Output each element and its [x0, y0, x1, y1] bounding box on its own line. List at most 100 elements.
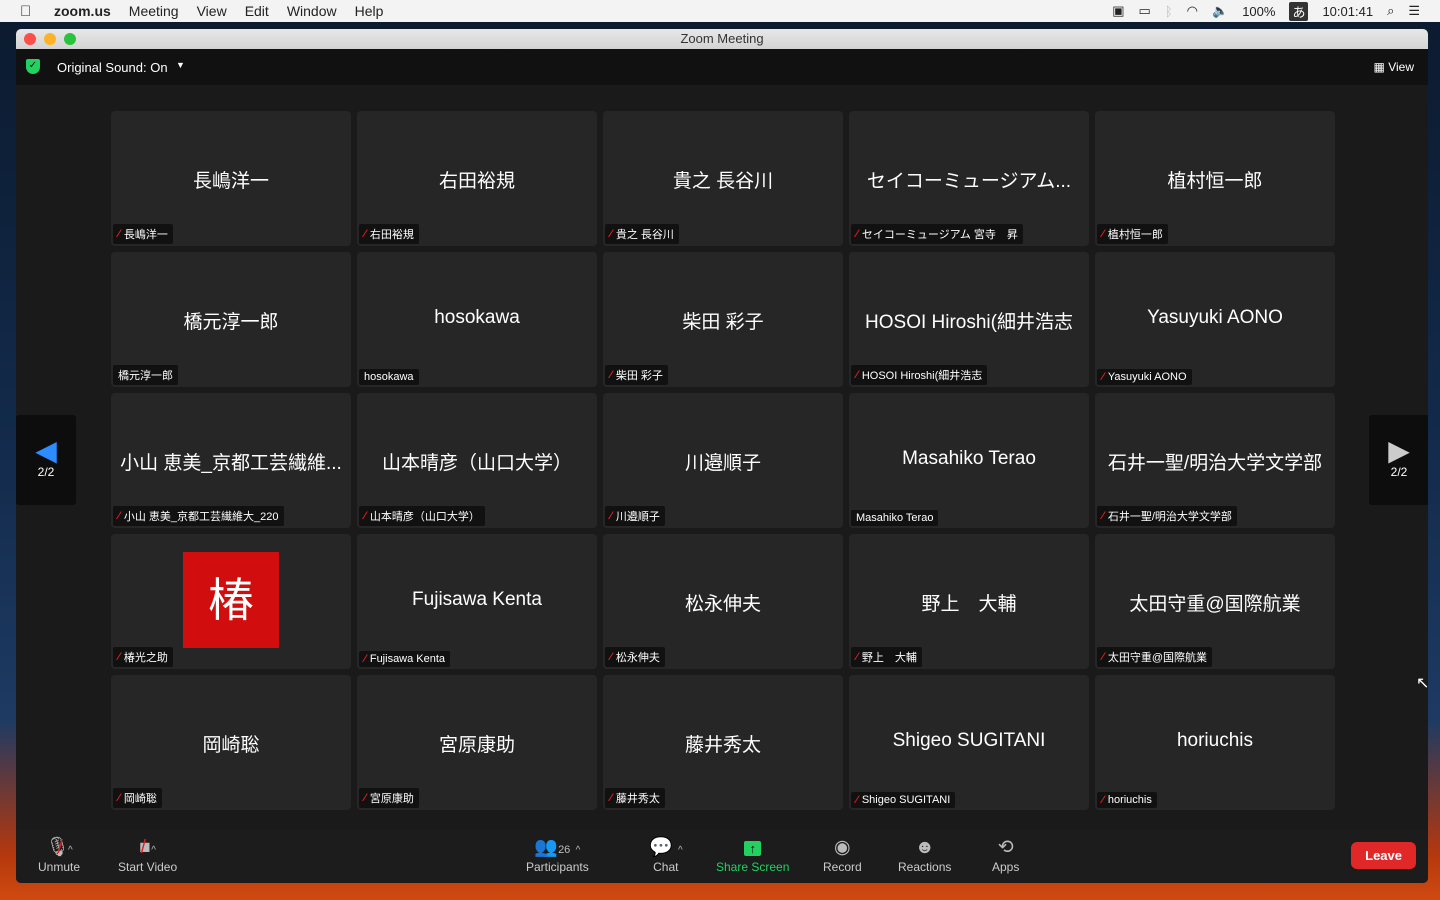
zoom-window: Zoom Meeting ✓ Original Sound: On ▼ ▦ Vi…	[16, 29, 1428, 883]
mic-off-icon: 🎙/ ^	[45, 837, 73, 858]
menu-help[interactable]: Help	[355, 3, 384, 19]
participant-label-text: 椿光之助	[123, 652, 168, 664]
participant-label: ⁄ 山本晴彦（山口大学）	[359, 506, 485, 526]
participant-tile[interactable]: horiuchis ⁄ horiuchis	[1095, 675, 1335, 810]
mic-muted-icon: ⁄	[1102, 794, 1104, 806]
participants-button[interactable]: 👥26 ^ Participants	[526, 836, 589, 874]
menu-app[interactable]: zoom.us	[54, 3, 111, 19]
mouse-cursor-icon: ↖	[1416, 675, 1430, 692]
participant-tile[interactable]: セイコーミュージアム... ⁄ セイコーミュージアム 宮寺 昇	[849, 111, 1089, 246]
participant-name: 山本晴彦（山口大学）	[381, 453, 572, 474]
mic-muted-icon: ⁄	[118, 228, 120, 240]
shield-check-icon[interactable]: ✓	[26, 59, 40, 74]
participant-name: Fujisawa Kenta	[412, 589, 542, 610]
reactions-button[interactable]: ☻ Reactions	[898, 836, 951, 874]
participant-label-text: 松永伸夫	[615, 652, 660, 664]
view-button[interactable]: ▦ View	[1374, 60, 1414, 74]
menu-edit[interactable]: Edit	[245, 3, 269, 19]
apps-icon: ⟲	[997, 837, 1014, 858]
notification-center-icon[interactable]: ☰	[1408, 3, 1420, 19]
participant-name: セイコーミュージアム...	[866, 171, 1072, 192]
participant-tile[interactable]: Masahiko Terao Masahiko Terao	[849, 393, 1089, 528]
participant-name: Masahiko Terao	[902, 448, 1036, 469]
menu-meeting[interactable]: Meeting	[129, 3, 179, 19]
participant-tile[interactable]: 野上 大輔 ⁄ 野上 大輔	[849, 534, 1089, 669]
participant-tile[interactable]: 椿 ⁄ 椿光之助	[111, 534, 351, 669]
leave-button[interactable]: Leave	[1351, 842, 1416, 869]
record-button[interactable]: ◉ Record	[823, 836, 862, 874]
participant-label-text: 野上 大輔	[861, 652, 917, 664]
participant-tile[interactable]: 太田守重@国際航業 ⁄ 太田守重@国際航業	[1095, 534, 1335, 669]
participant-name: 小山 恵美_京都工芸繊維...	[120, 453, 342, 474]
participant-label: Masahiko Terao	[851, 510, 939, 526]
participant-label-text: 右田裕規	[369, 229, 414, 241]
participant-label: ⁄ 長嶋洋一	[113, 224, 173, 244]
participant-label-text: 植村恒一郎	[1107, 229, 1163, 241]
participant-tile[interactable]: 小山 恵美_京都工芸繊維... ⁄ 小山 恵美_京都工芸繊維大_220	[111, 393, 351, 528]
participant-tile[interactable]: hosokawa hosokawa	[357, 252, 597, 387]
clock[interactable]: 10:01:41	[1322, 4, 1373, 19]
participant-label: ⁄ Fujisawa Kenta	[359, 651, 451, 667]
participant-tile[interactable]: 植村恒一郎 ⁄ 植村恒一郎	[1095, 111, 1335, 246]
video-off-icon: ■/ ^	[139, 837, 156, 858]
participant-tile[interactable]: Fujisawa Kenta ⁄ Fujisawa Kenta	[357, 534, 597, 669]
apps-button[interactable]: ⟲ Apps	[992, 836, 1019, 874]
participant-tile[interactable]: 柴田 彩子 ⁄ 柴田 彩子	[603, 252, 843, 387]
participant-tile[interactable]: 宮原康助 ⁄ 宮原康助	[357, 675, 597, 810]
participant-label: ⁄ 太田守重@国際航業	[1097, 647, 1213, 667]
unmute-button[interactable]: 🎙/ ^ Unmute	[38, 836, 80, 874]
participant-tile[interactable]: 石井一聖/明治大学文学部 ⁄ 石井一聖/明治大学文学部	[1095, 393, 1335, 528]
mic-muted-icon: ⁄	[610, 228, 612, 240]
ime-icon[interactable]: あ	[1289, 1, 1309, 21]
minimize-button[interactable]	[44, 33, 56, 45]
participant-tile[interactable]: 松永伸夫 ⁄ 松永伸夫	[603, 534, 843, 669]
participant-tile[interactable]: HOSOI Hiroshi(細井浩志 ⁄ HOSOI Hiroshi(細井浩志	[849, 252, 1089, 387]
mic-muted-icon: ⁄	[610, 792, 612, 804]
participant-name: 石井一聖/明治大学文学部	[1107, 453, 1323, 474]
airplay-icon[interactable]: ▭	[1139, 3, 1151, 19]
participant-label: ⁄ 松永伸夫	[605, 647, 665, 667]
arrow-left-icon: ◀	[35, 435, 57, 466]
participant-tile[interactable]: 橋元淳一郎 橋元淳一郎	[111, 252, 351, 387]
participant-label: ⁄ 石井一聖/明治大学文学部	[1097, 506, 1237, 526]
participant-label-text: 長嶋洋一	[123, 229, 168, 241]
wifi-icon[interactable]: ◠	[1187, 3, 1198, 19]
participant-label-text: Shigeo SUGITANI	[861, 794, 951, 806]
share-screen-button[interactable]: ↑ Share Screen	[716, 836, 789, 874]
mic-muted-icon: ⁄	[856, 794, 858, 806]
participant-tile[interactable]: 藤井秀太 ⁄ 藤井秀太	[603, 675, 843, 810]
participant-tile[interactable]: 川邉順子 ⁄ 川邉順子	[603, 393, 843, 528]
close-button[interactable]	[24, 33, 36, 45]
volume-icon[interactable]: 🔈	[1212, 3, 1228, 19]
participant-tile[interactable]: 山本晴彦（山口大学） ⁄ 山本晴彦（山口大学）	[357, 393, 597, 528]
prev-page-button[interactable]: ◀ 2/2	[16, 415, 76, 505]
next-page-button[interactable]: ▶ 2/2	[1369, 415, 1428, 505]
participant-name: Yasuyuki AONO	[1147, 307, 1283, 328]
participant-tile[interactable]: 長嶋洋一 ⁄ 長嶋洋一	[111, 111, 351, 246]
participant-tile[interactable]: 貴之 長谷川 ⁄ 貴之 長谷川	[603, 111, 843, 246]
start-video-button[interactable]: ■/ ^ Start Video	[118, 836, 177, 874]
arrow-right-icon: ▶	[1388, 435, 1410, 466]
apple-icon[interactable]: 	[20, 3, 36, 20]
participant-label: ⁄ 岡崎聡	[113, 788, 162, 808]
menu-view[interactable]: View	[197, 3, 227, 19]
participant-label-text: horiuchis	[1107, 794, 1152, 806]
participant-tile[interactable]: 岡崎聡 ⁄ 岡崎聡	[111, 675, 351, 810]
chat-button[interactable]: 💬 ^ Chat	[649, 836, 683, 874]
caret-down-icon[interactable]: ▼	[176, 60, 185, 70]
zoom-status-icon[interactable]: ▣	[1112, 3, 1124, 19]
participant-name: hosokawa	[434, 307, 520, 328]
maximize-button[interactable]	[64, 33, 76, 45]
participant-name: 岡崎聡	[202, 735, 260, 756]
participant-tile[interactable]: Shigeo SUGITANI ⁄ Shigeo SUGITANI	[849, 675, 1089, 810]
participant-tile[interactable]: 右田裕規 ⁄ 右田裕規	[357, 111, 597, 246]
battery-percent[interactable]: 100%	[1242, 4, 1275, 19]
record-label: Record	[823, 860, 862, 874]
original-sound-toggle[interactable]: Original Sound: On	[57, 60, 168, 75]
participant-tile[interactable]: Yasuyuki AONO ⁄ Yasuyuki AONO	[1095, 252, 1335, 387]
participant-label: ⁄ 藤井秀太	[605, 788, 665, 808]
search-icon[interactable]: ⌕	[1387, 3, 1394, 19]
mic-muted-icon: ⁄	[118, 510, 120, 522]
bluetooth-icon[interactable]: ᛒ	[1165, 4, 1173, 19]
menu-window[interactable]: Window	[287, 3, 337, 19]
